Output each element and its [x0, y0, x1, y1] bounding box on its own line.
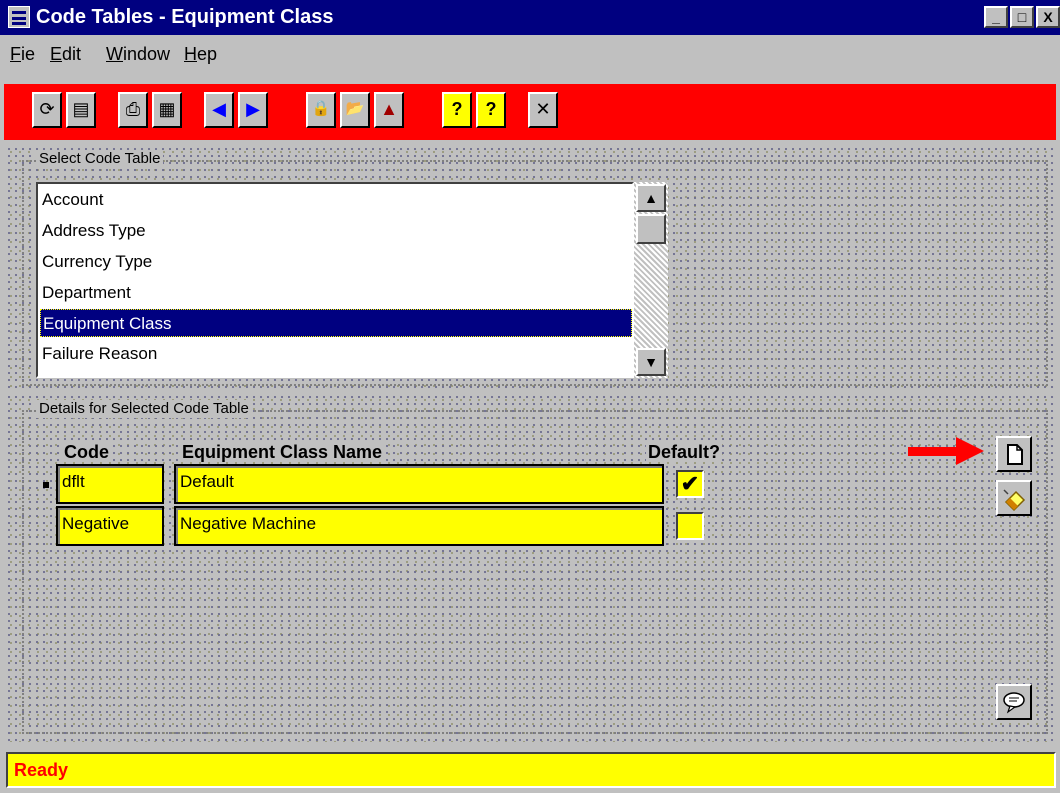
details-group-label: Details for Selected Code Table: [36, 400, 252, 418]
list-item[interactable]: Account: [40, 186, 632, 214]
details-group: [22, 410, 1048, 734]
column-header-code: Code: [62, 442, 111, 462]
scroll-thumb[interactable]: [636, 214, 666, 244]
maximize-button[interactable]: □: [1010, 6, 1034, 28]
name-field[interactable]: Negative Machine: [174, 506, 664, 546]
menu-window[interactable]: Window: [106, 43, 170, 65]
previous-icon[interactable]: ◀: [204, 92, 234, 128]
new-document-icon: [1007, 444, 1023, 465]
open-folder-icon[interactable]: 📂: [340, 92, 370, 128]
menu-help[interactable]: Hep: [184, 43, 217, 65]
status-text: Ready: [14, 760, 69, 780]
minimize-button[interactable]: _: [984, 6, 1008, 28]
eraser-icon: [1003, 489, 1026, 512]
name-field[interactable]: Default: [174, 464, 664, 504]
comment-button[interactable]: [996, 684, 1032, 720]
save-icon[interactable]: ▤: [66, 92, 96, 128]
toolbar: ⟳ ▤ ⎙ ▦ ◀ ▶ 🔒 📂 ▲ ? ? ✕: [4, 84, 1056, 140]
scroll-up-icon[interactable]: ▲: [636, 184, 666, 212]
menu-edit[interactable]: Edit: [50, 43, 81, 65]
red-arrow-icon: [908, 437, 984, 465]
code-field[interactable]: Negative: [56, 506, 164, 546]
scroll-down-icon[interactable]: ▼: [636, 348, 666, 376]
menu-bar: Fie Edit Window Hep: [0, 35, 1060, 73]
status-bar: Ready: [6, 752, 1056, 788]
default-checkbox[interactable]: ✔: [676, 470, 704, 498]
list-item[interactable]: Address Type: [40, 217, 632, 245]
refresh-icon[interactable]: ⟳: [32, 92, 62, 128]
menu-file[interactable]: Fie: [10, 43, 35, 65]
list-item-selected[interactable]: Equipment Class: [40, 309, 632, 337]
title-bar[interactable]: Code Tables - Equipment Class _ □ X: [0, 0, 1060, 35]
new-record-button[interactable]: [996, 436, 1032, 472]
close-button[interactable]: X: [1036, 6, 1060, 28]
current-row-indicator: [43, 482, 49, 488]
select-group-label: Select Code Table: [36, 150, 164, 168]
help-icon[interactable]: ?: [442, 92, 472, 128]
window-title: Code Tables - Equipment Class: [36, 6, 334, 28]
lock-icon[interactable]: 🔒: [306, 92, 336, 128]
code-table-list[interactable]: Account Address Type Currency Type Depar…: [36, 182, 634, 378]
list-scrollbar[interactable]: ▲ ▼: [634, 182, 668, 378]
delete-record-button[interactable]: [996, 480, 1032, 516]
code-field[interactable]: dflt: [56, 464, 164, 504]
close-icon[interactable]: ✕: [528, 92, 558, 128]
default-checkbox[interactable]: [676, 512, 704, 540]
next-icon[interactable]: ▶: [238, 92, 268, 128]
list-item[interactable]: Department: [40, 279, 632, 307]
context-help-icon[interactable]: ?: [476, 92, 506, 128]
column-header-default: Default?: [646, 442, 722, 462]
print-icon[interactable]: ⎙: [118, 92, 148, 128]
print-preview-icon[interactable]: ▦: [152, 92, 182, 128]
list-item[interactable]: Currency Type: [40, 248, 632, 276]
column-header-name: Equipment Class Name: [180, 442, 385, 462]
chart-icon[interactable]: ▲: [374, 92, 404, 128]
list-item[interactable]: Failure Reason: [40, 340, 632, 368]
app-icon[interactable]: [8, 6, 30, 28]
speech-bubble-icon: [1003, 692, 1025, 714]
